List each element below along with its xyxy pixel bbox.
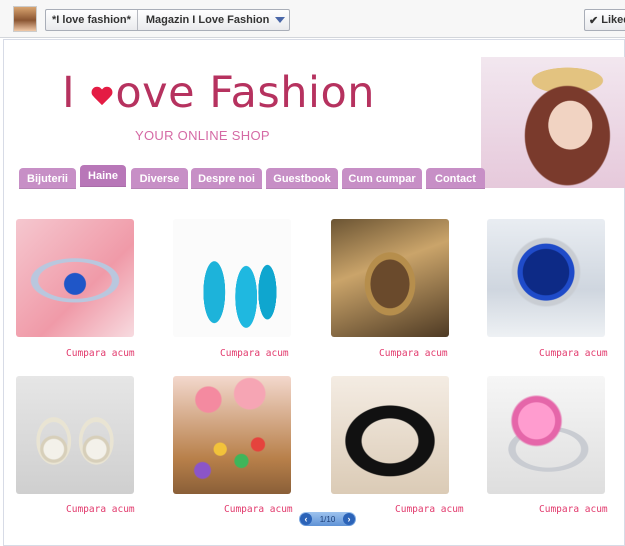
liked-label: Liked (601, 14, 625, 26)
buy-now-link[interactable]: Cumpara acum (539, 504, 608, 515)
product-image[interactable] (487, 376, 605, 494)
app-name: Magazin I Love Fashion (145, 14, 270, 26)
store-logo[interactable]: I ove Fashion (62, 68, 375, 118)
nav-tab-haine[interactable]: Haine (80, 165, 126, 189)
chevron-down-icon (275, 17, 286, 23)
product-image[interactable] (173, 219, 291, 337)
buy-now-link[interactable]: Cumpara acum (220, 348, 289, 359)
page-name[interactable]: *I love fashion* (46, 10, 138, 30)
product-image[interactable] (331, 376, 449, 494)
product-image[interactable] (173, 376, 291, 494)
buy-now-link[interactable]: Cumpara acum (66, 504, 135, 515)
pagination: ‹ 1/10 › (299, 512, 356, 526)
nav-tab-contact[interactable]: Contact (426, 168, 485, 189)
nav-tab-cum-cumpar[interactable]: Cum cumpar (342, 168, 422, 189)
page-selector[interactable]: *I love fashion* Magazin I Love Fashion (45, 9, 291, 31)
buy-now-link[interactable]: Cumpara acum (395, 504, 464, 515)
logo-text-end: ove Fashion (115, 68, 376, 118)
product-image[interactable] (331, 219, 449, 337)
buy-now-link[interactable]: Cumpara acum (379, 348, 448, 359)
buy-now-link[interactable]: Cumpara acum (539, 348, 608, 359)
nav-tab-despre-noi[interactable]: Despre noi (191, 168, 262, 189)
nav-tab-bijuterii[interactable]: Bijuterii (19, 168, 76, 189)
buy-now-link[interactable]: Cumpara acum (224, 504, 293, 515)
buy-now-link[interactable]: Cumpara acum (66, 348, 135, 359)
chevron-right-icon[interactable]: › (342, 513, 355, 525)
page-avatar[interactable] (13, 6, 37, 32)
product-image[interactable] (487, 219, 605, 337)
page-indicator: 1/10 (319, 514, 336, 524)
logo-text-start: I (62, 68, 76, 118)
facebook-page-bar: *I love fashion* Magazin I Love Fashion … (0, 0, 625, 38)
liked-button[interactable]: ✔ Liked (584, 9, 625, 31)
product-image[interactable] (16, 376, 134, 494)
model-photo (481, 57, 625, 188)
nav-tab-diverse[interactable]: Diverse (131, 168, 188, 189)
chevron-left-icon[interactable]: ‹ (300, 513, 312, 525)
heart-icon (91, 87, 113, 107)
nav-tab-guestbook[interactable]: Guestbook (266, 168, 338, 189)
app-selector[interactable]: Magazin I Love Fashion (138, 14, 289, 26)
checkmark-icon: ✔ (589, 14, 599, 27)
product-image[interactable] (16, 219, 134, 337)
store-tagline: YOUR ONLINE SHOP (135, 128, 270, 143)
